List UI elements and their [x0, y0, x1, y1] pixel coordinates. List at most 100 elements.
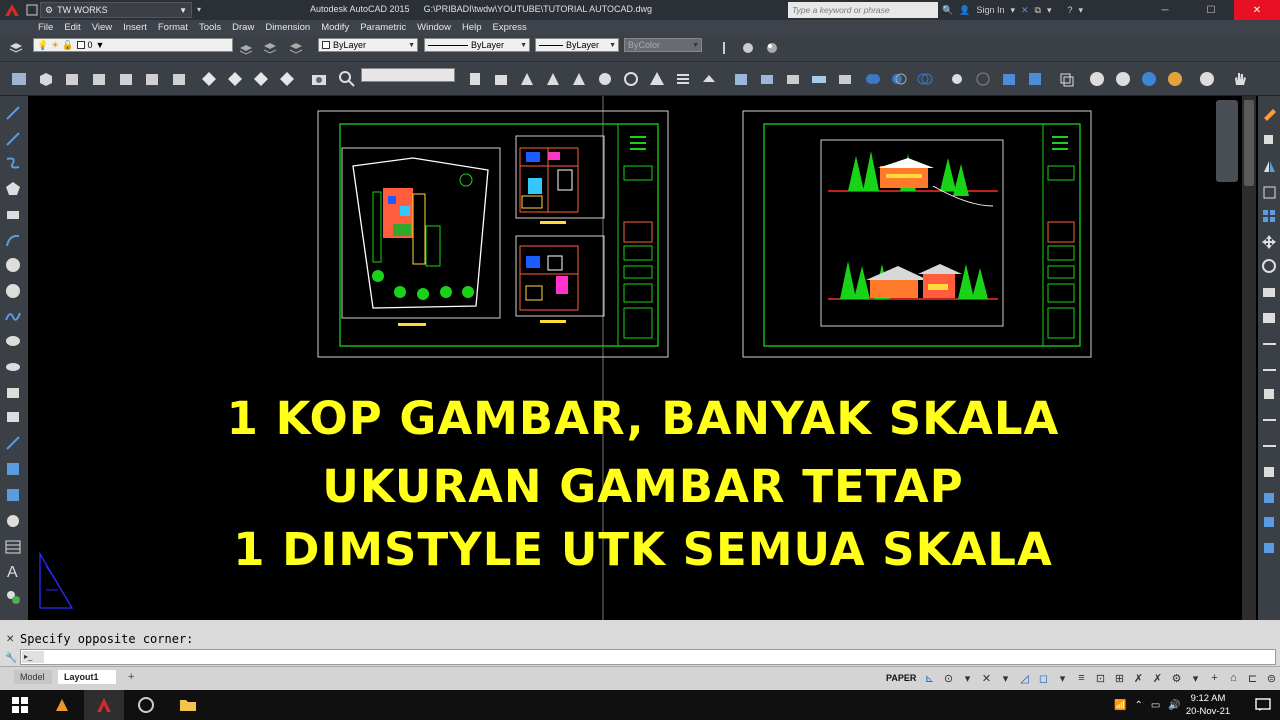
transparency-status-icon[interactable]: ⊡	[1091, 669, 1110, 687]
point-icon[interactable]	[4, 434, 22, 452]
explode-icon[interactable]	[1261, 490, 1278, 506]
layer-properties-icon[interactable]	[8, 40, 24, 56]
chevron-down-icon[interactable]: ▾	[958, 669, 977, 687]
offset-icon[interactable]	[1261, 184, 1278, 200]
chevron-down-icon[interactable]: ▾	[1053, 669, 1072, 687]
sign-in-link[interactable]: Sign In	[976, 5, 1004, 15]
rectangle-icon[interactable]	[4, 206, 22, 224]
volume-icon[interactable]: 🔊	[1168, 700, 1180, 711]
arc-icon[interactable]	[4, 232, 22, 250]
layer-dropdown[interactable]: 💡 ☀ 🔓 0 ▼	[33, 38, 233, 52]
otrack-icon[interactable]: ◻	[1034, 669, 1053, 687]
user-icon[interactable]: 👤	[959, 5, 970, 16]
visual-style-manager-icon[interactable]	[1198, 70, 1216, 88]
gradient-icon[interactable]	[4, 486, 22, 504]
workspace-switch-icon[interactable]: ⚙	[1167, 669, 1186, 687]
copy-clip-icon[interactable]	[1058, 70, 1076, 88]
union-icon[interactable]	[732, 70, 750, 88]
cylinder-solid-icon[interactable]	[622, 70, 640, 88]
copy-icon[interactable]	[1261, 132, 1278, 148]
menu-modify[interactable]: Modify	[319, 20, 358, 36]
layer-previous-icon[interactable]	[288, 40, 304, 56]
selection-cycling-icon[interactable]: ⊞	[1110, 669, 1129, 687]
render-icon[interactable]	[740, 40, 756, 56]
taskbar-file-explorer[interactable]	[168, 690, 208, 720]
taskbar-app-1[interactable]	[42, 690, 82, 720]
chevron-down-icon[interactable]: ▾	[1186, 669, 1205, 687]
join-icon[interactable]	[1261, 412, 1278, 428]
top-view-icon[interactable]	[200, 70, 218, 88]
slice-icon[interactable]	[836, 70, 854, 88]
menu-help[interactable]: Help	[460, 20, 491, 36]
camera-icon[interactable]	[310, 70, 328, 88]
visual-style-wire-icon[interactable]	[1088, 70, 1106, 88]
color-dropdown[interactable]: ByLayer ▼	[318, 38, 418, 52]
quick-access-toolbar[interactable]	[24, 1, 40, 19]
action-center-button[interactable]	[1246, 690, 1280, 720]
construction-line-icon[interactable]	[4, 130, 22, 148]
menu-express[interactable]: Express	[490, 20, 535, 36]
visual-style-dropdown[interactable]	[361, 68, 455, 82]
fillet-icon[interactable]	[1261, 464, 1278, 480]
helix-icon[interactable]	[674, 70, 692, 88]
region-icon[interactable]	[4, 512, 22, 530]
polygon-icon[interactable]	[4, 180, 22, 198]
osnap-icon[interactable]: ◿	[1015, 669, 1034, 687]
lineweight-dropdown[interactable]: ByLayer ▼	[535, 38, 619, 52]
loft-icon[interactable]	[544, 70, 562, 88]
intersect-circles-icon[interactable]	[916, 70, 934, 88]
union-circles-icon[interactable]	[864, 70, 882, 88]
navigation-bar[interactable]	[1216, 100, 1238, 182]
planar-icon[interactable]	[596, 70, 614, 88]
polar-icon[interactable]: ⊙	[939, 669, 958, 687]
taskbar-clock[interactable]: 9:12 AM 20-Nov-21	[1180, 692, 1236, 718]
stay-connected-icon[interactable]: ⧉	[1035, 5, 1041, 16]
snap-icon[interactable]: ⊾	[920, 669, 939, 687]
menu-dimension[interactable]: Dimension	[263, 20, 319, 36]
multiline-text-icon[interactable]: A	[4, 562, 22, 580]
zoom-icon[interactable]	[338, 70, 356, 88]
interfere-icon[interactable]	[810, 70, 828, 88]
chevron-down-icon[interactable]: ▾	[996, 669, 1015, 687]
menu-window[interactable]: Window	[415, 20, 460, 36]
cone-icon[interactable]	[90, 70, 108, 88]
side-view-icon[interactable]	[252, 70, 270, 88]
minimize-button[interactable]: ─	[1142, 0, 1188, 20]
intersect-icon[interactable]	[784, 70, 802, 88]
wedge-icon[interactable]	[63, 70, 81, 88]
match-layer-icon[interactable]	[262, 40, 278, 56]
edit-polyline-icon[interactable]	[1261, 540, 1278, 556]
array-icon[interactable]	[1261, 208, 1278, 224]
3d-move-icon[interactable]	[948, 70, 966, 88]
scrollbar-thumb[interactable]	[1244, 100, 1254, 186]
tab-layout1[interactable]: Layout1	[58, 670, 116, 684]
chevron-down-icon[interactable]: ▾	[1047, 5, 1052, 16]
menu-parametric[interactable]: Parametric	[358, 20, 415, 36]
layout-icon[interactable]	[10, 70, 28, 88]
trim-icon[interactable]	[1261, 336, 1278, 352]
polyline-icon[interactable]	[4, 154, 22, 172]
pyramid-icon[interactable]	[648, 70, 666, 88]
qat-customize-icon[interactable]: ▾	[193, 2, 205, 18]
line-icon[interactable]	[4, 104, 22, 122]
menu-insert[interactable]: Insert	[121, 20, 156, 36]
move-icon[interactable]	[1261, 234, 1278, 250]
ellipse-icon[interactable]	[4, 332, 22, 350]
binoculars-icon[interactable]: 🔍	[942, 5, 953, 16]
visual-style-realistic-icon[interactable]	[1140, 70, 1158, 88]
torus-icon[interactable]	[170, 70, 188, 88]
rotate-icon[interactable]	[1261, 258, 1278, 274]
command-input[interactable]	[20, 649, 1276, 665]
annotation-scale-icon[interactable]: ✗	[1129, 669, 1148, 687]
subtract-icon[interactable]	[758, 70, 776, 88]
add-layout-button[interactable]: +	[122, 670, 140, 684]
revolve-icon[interactable]	[570, 70, 588, 88]
linetype-dropdown[interactable]: ByLayer ▼	[424, 38, 530, 52]
sphere-icon[interactable]	[117, 70, 135, 88]
workspace-dropdown[interactable]: ⚙ TW WORKS ▼	[40, 2, 192, 18]
menu-view[interactable]: View	[90, 20, 121, 36]
search-input[interactable]: Type a keyword or phrase	[788, 2, 938, 18]
iso-view-icon[interactable]	[278, 70, 296, 88]
3d-rotate-icon[interactable]	[974, 70, 992, 88]
cylinder-icon[interactable]	[143, 70, 161, 88]
